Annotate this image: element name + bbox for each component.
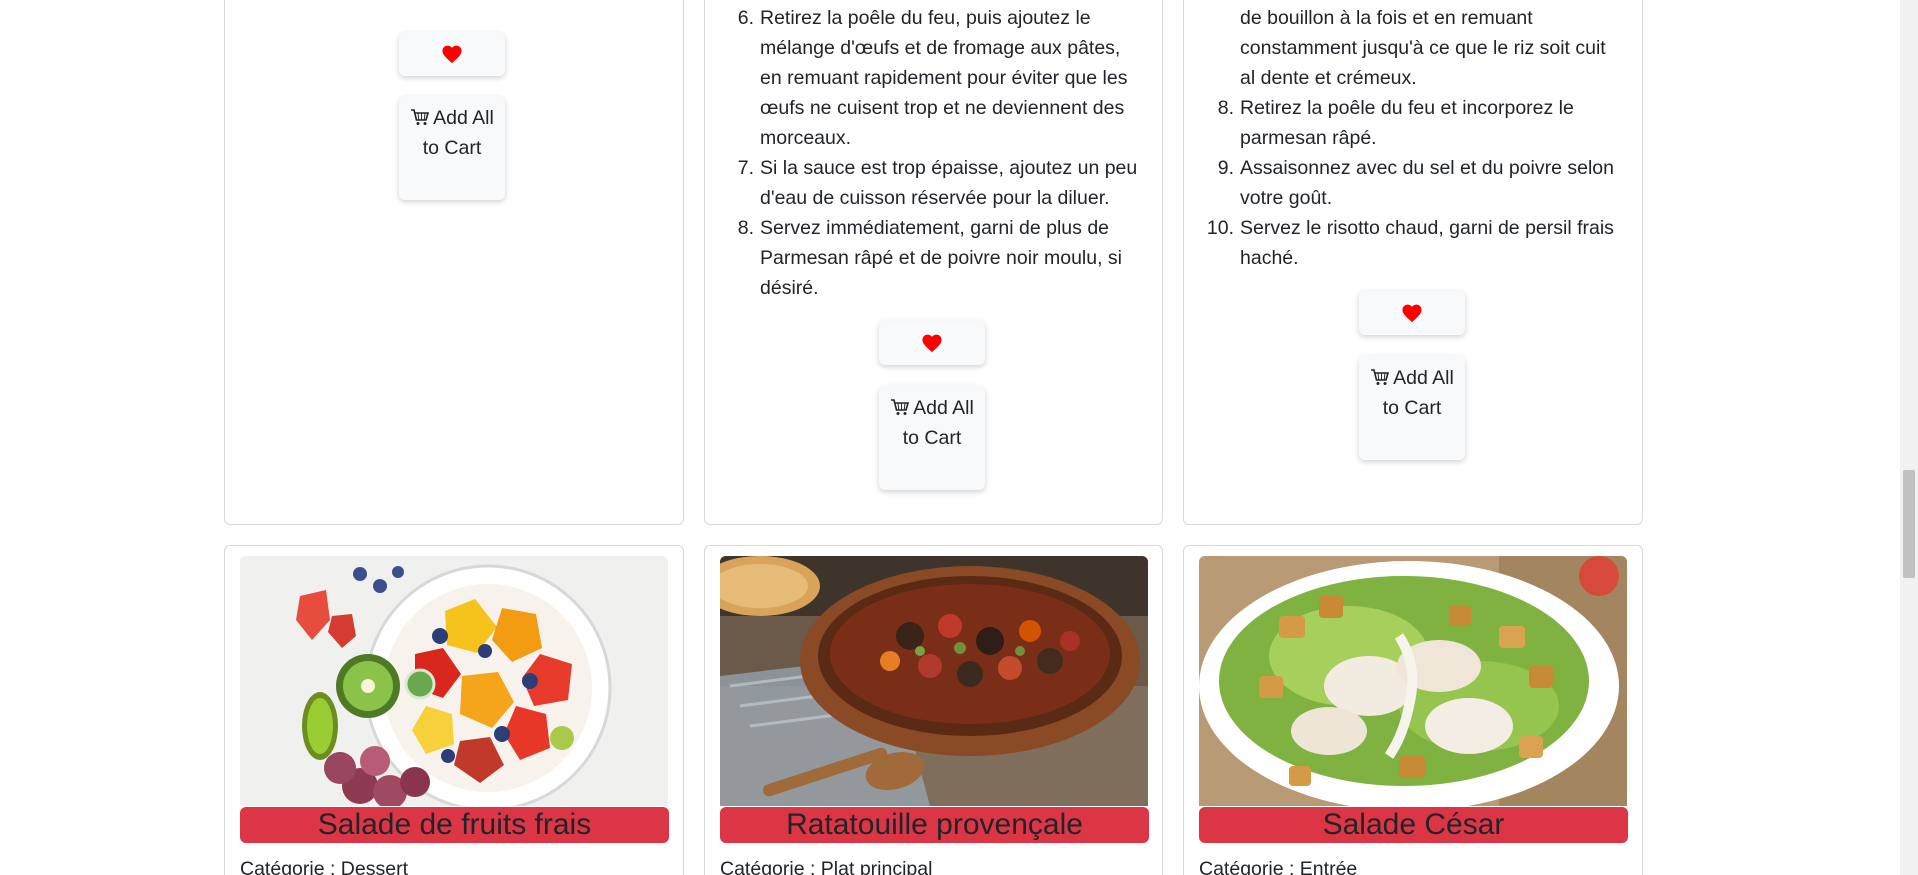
scrollbar-thumb[interactable] <box>1903 470 1915 578</box>
cart-button-label: Add All to Cart <box>1382 367 1454 419</box>
favorite-button[interactable] <box>1359 291 1465 335</box>
recipe-steps: de bouillon à la fois et en remuant cons… <box>1206 3 1625 273</box>
recipe-card-salade-de-fruits[interactable]: Salade de fruits frais Catégorie : Desse… <box>224 545 684 875</box>
step-item: 6. Retirez la poêle du feu, puis ajoutez … <box>737 7 1128 149</box>
add-all-to-cart-button[interactable]: Add All to Cart <box>1359 356 1465 460</box>
recipe-title: Ratatouille provençale <box>720 807 1149 843</box>
recipe-image-caesar-salad <box>1199 556 1627 806</box>
cart-icon <box>411 109 430 125</box>
recipe-steps: 6. Retirez la poêle du feu, puis ajoutez … <box>737 3 1145 303</box>
recipe-card-salade-cesar[interactable]: Salade César Catégorie : Entrée <box>1183 545 1643 875</box>
recipes-page: Add All to Cart 6. Retirez la poêle du fe… <box>0 0 1900 875</box>
recipe-category: Catégorie : Dessert <box>240 858 408 875</box>
heart-icon <box>1402 304 1422 323</box>
cart-icon <box>891 399 910 415</box>
recipe-title: Salade César <box>1199 807 1628 843</box>
recipe-card-1: Add All to Cart <box>224 0 684 525</box>
recipe-title: Salade de fruits frais <box>240 807 669 843</box>
step-item: 9. Assaisonnez avec du sel et du poivre s… <box>1217 157 1614 209</box>
cart-button-label: Add All to Cart <box>902 397 974 449</box>
step-item: 10. Servez le risotto chaud, garni de per… <box>1206 217 1614 269</box>
cart-icon <box>1371 369 1390 385</box>
step-item: 7. Si la sauce est trop épaisse, ajoutez … <box>737 157 1138 209</box>
step-item: 8. Retirez la poêle du feu et incorporez … <box>1217 97 1574 149</box>
favorite-button[interactable] <box>879 321 985 365</box>
vertical-scrollbar[interactable] <box>1900 0 1918 875</box>
recipe-category: Catégorie : Entrée <box>1199 858 1358 875</box>
favorite-button[interactable] <box>399 32 505 76</box>
heart-icon <box>922 334 942 353</box>
recipe-category: Catégorie : Plat principal <box>720 858 933 875</box>
recipe-card-3: de bouillon à la fois et en remuant cons… <box>1183 0 1643 525</box>
heart-icon <box>442 45 462 64</box>
add-all-to-cart-button[interactable]: Add All to Cart <box>879 386 985 490</box>
add-all-to-cart-button[interactable]: Add All to Cart <box>399 96 505 200</box>
recipe-card-2: 6. Retirez la poêle du feu, puis ajoutez … <box>704 0 1163 525</box>
recipe-image-fruit-salad <box>240 556 668 806</box>
recipe-card-ratatouille[interactable]: Ratatouille provençale Catégorie : Plat … <box>704 545 1163 875</box>
cart-button-label: Add All to Cart <box>422 107 494 159</box>
recipe-image-ratatouille <box>720 556 1148 806</box>
step-item: de bouillon à la fois et en remuant cons… <box>1240 7 1606 89</box>
step-item: 8. Servez immédiatement, garni de plus de… <box>737 217 1123 299</box>
